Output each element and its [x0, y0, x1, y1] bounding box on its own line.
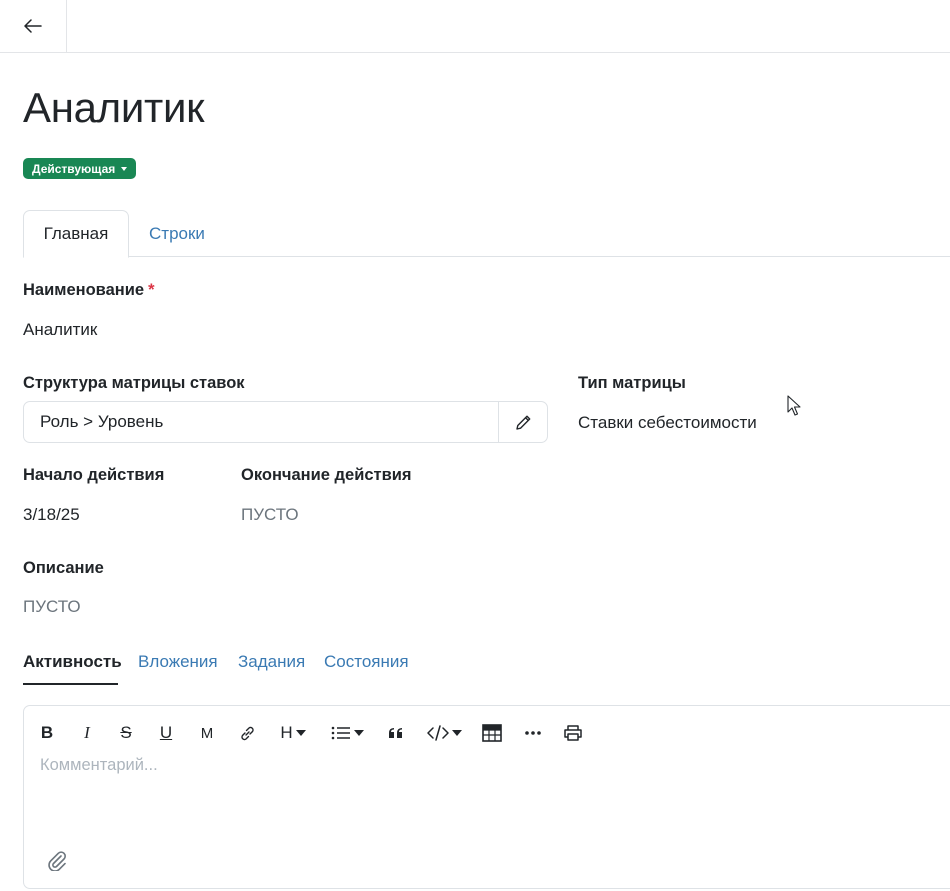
strikethrough-button[interactable]: S: [119, 722, 133, 744]
code-icon: [426, 725, 449, 741]
tab-main[interactable]: Главная: [23, 210, 129, 258]
start-date-value: 3/18/25: [23, 505, 80, 524]
comment-editor: B I S U M H Комментарий...: [23, 705, 950, 889]
start-date-label: Начало действия: [23, 466, 165, 484]
comment-input[interactable]: Комментарий...: [40, 756, 158, 775]
tab-attachments[interactable]: Вложения: [138, 645, 218, 685]
description-label: Описание: [23, 559, 104, 577]
arrow-left-icon: [24, 19, 42, 33]
top-bar: [0, 0, 950, 53]
caret-down-icon: [451, 730, 462, 736]
end-date-label: Окончание действия: [241, 466, 412, 484]
matrix-type-value: Ставки себестоимости: [578, 413, 757, 432]
print-button[interactable]: [562, 722, 584, 744]
list-dropdown[interactable]: [328, 722, 366, 744]
matrix-structure-field: Роль > Уровень: [23, 401, 548, 443]
tab-activity[interactable]: Активность: [23, 645, 122, 685]
tab-rows[interactable]: Строки: [149, 210, 205, 257]
page-title: Аналитик: [23, 84, 205, 131]
caret-down-icon: [353, 730, 364, 736]
status-badge[interactable]: Действующая: [23, 158, 137, 179]
code-dropdown[interactable]: [424, 722, 464, 744]
matrix-structure-input[interactable]: Роль > Уровень: [24, 402, 498, 442]
mouse-cursor-icon: [787, 395, 801, 416]
name-label: Наименование *: [23, 281, 155, 299]
underline-button[interactable]: U: [159, 722, 173, 744]
table-button[interactable]: [481, 722, 503, 744]
blockquote-button[interactable]: [388, 722, 404, 744]
caret-down-icon: [295, 730, 306, 736]
matrix-structure-label: Структура матрицы ставок: [23, 374, 245, 392]
printer-icon: [564, 725, 582, 741]
monospace-button[interactable]: M: [199, 722, 215, 744]
tab-states[interactable]: Состояния: [324, 645, 409, 685]
quote-icon: [389, 728, 402, 738]
tab-tasks[interactable]: Задания: [238, 645, 305, 685]
link-icon: [240, 726, 254, 740]
edit-structure-button[interactable]: [498, 402, 547, 442]
description-value: ПУСТО: [23, 597, 81, 616]
more-dots-icon: [525, 731, 541, 735]
attach-button[interactable]: [46, 849, 68, 876]
caret-down-icon: [121, 166, 128, 171]
name-value: Аналитик: [23, 320, 98, 339]
end-date-value: ПУСТО: [241, 505, 299, 524]
required-mark: *: [148, 281, 155, 299]
link-button[interactable]: [238, 722, 256, 744]
italic-button[interactable]: I: [80, 722, 94, 744]
pencil-icon: [515, 415, 530, 430]
back-button[interactable]: [0, 0, 67, 52]
main-tabs: Главная Строки: [23, 210, 950, 258]
paperclip-icon: [48, 851, 66, 872]
table-icon: [482, 724, 502, 742]
bold-button[interactable]: B: [40, 722, 54, 744]
matrix-type-label: Тип матрицы: [578, 374, 686, 392]
more-button[interactable]: [522, 722, 544, 744]
heading-label: H: [280, 723, 293, 742]
status-label: Действующая: [32, 161, 116, 176]
heading-dropdown[interactable]: H: [276, 722, 310, 744]
list-icon: [331, 726, 350, 740]
